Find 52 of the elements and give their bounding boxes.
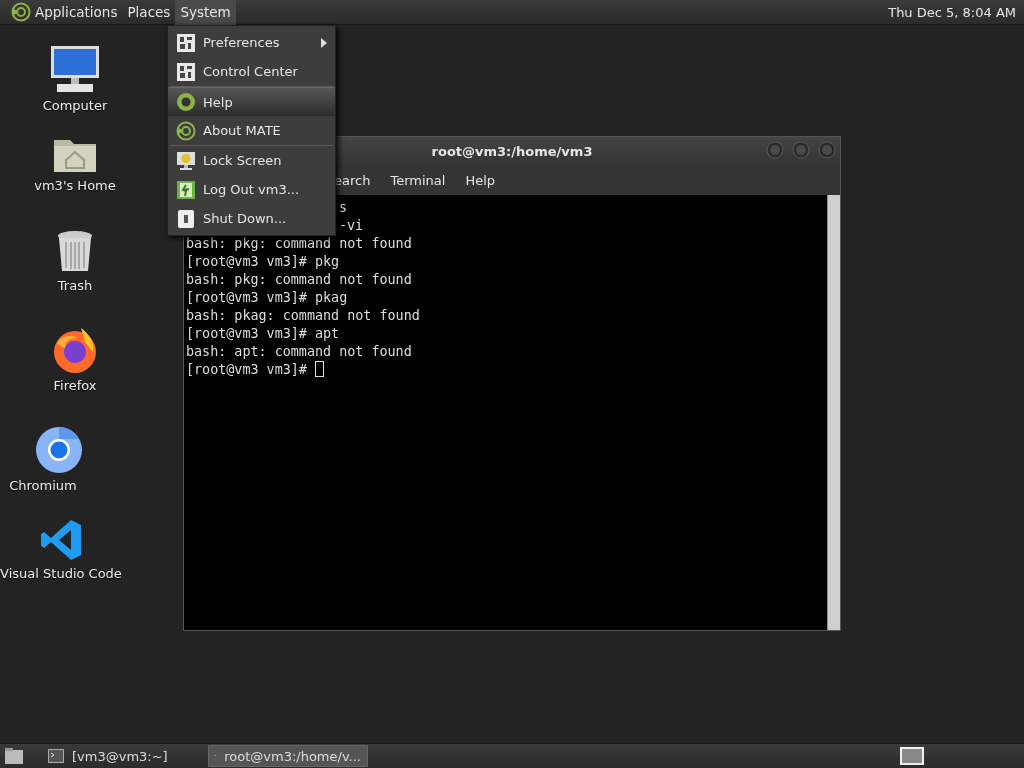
terminal-line: bash: apt: command not found [186, 343, 412, 361]
minimize-button[interactable] [766, 141, 784, 159]
menu-item[interactable]: Preferences [168, 28, 335, 57]
firefox-icon [51, 326, 99, 374]
mate-logo-icon [11, 2, 31, 22]
desktop-icon-label[interactable]: Trash [57, 278, 93, 293]
terminal-line: [root@vm3 vm3]# pkg [186, 253, 340, 271]
computer-icon [49, 44, 101, 94]
close-button[interactable] [818, 141, 836, 159]
taskbar-button[interactable]: root@vm3:/home/v... [208, 745, 368, 767]
control-panel-icon [176, 61, 196, 82]
mate-logo-icon [176, 120, 196, 141]
desktop-icon-label[interactable]: Firefox [53, 378, 97, 393]
desktop-icon-label[interactable]: Chromium [9, 478, 77, 493]
panel-menu[interactable]: Places [122, 0, 176, 25]
desktop-icon-label[interactable]: Computer [42, 98, 108, 113]
lifebuoy-icon [176, 92, 196, 112]
panel-menu[interactable]: System [175, 0, 236, 25]
chromium-icon [35, 426, 83, 474]
menu-item[interactable]: About MATE [168, 116, 335, 145]
maximize-button[interactable] [792, 141, 810, 159]
terminal-line: [root@vm3 vm3]# pkag [186, 289, 348, 307]
menu-item[interactable]: Shut Down... [168, 204, 335, 233]
panel-menu[interactable]: Applications [6, 0, 123, 25]
menu-item[interactable]: Lock Screen [168, 146, 335, 175]
menu-item[interactable]: Terminal [380, 172, 456, 188]
text-cursor [315, 361, 324, 377]
prompt-line: [root@vm3 vm3]# [186, 361, 324, 379]
terminal-line: bash: pkg: command not found [186, 271, 412, 289]
window-title: root@vm3:/home/vm3 [431, 143, 593, 159]
terminal-line: -vi [339, 217, 364, 235]
control-panel-icon [176, 32, 196, 53]
menu-item[interactable]: Control Center [168, 57, 335, 86]
clock[interactable]: Thu Dec 5, 8:04 AM [884, 4, 1020, 20]
menu-item[interactable]: Log Out vm3... [168, 175, 335, 204]
terminal-line: bash: pkg: command not found [186, 235, 412, 253]
trash-icon [56, 230, 94, 274]
exit-door-icon [176, 179, 196, 200]
code-editor-icon [39, 518, 83, 562]
menu-item[interactable]: Help [455, 172, 505, 188]
scrollbar[interactable] [827, 195, 840, 630]
terminal-line: bash: pkag: command not found [186, 307, 420, 325]
taskbar-button[interactable]: [vm3@vm3:~] [42, 745, 202, 767]
monitor-lock-icon [176, 150, 196, 171]
desktop-icon-label[interactable]: vm3's Home [34, 178, 116, 193]
terminal-line: s [339, 199, 348, 217]
terminal-line: [root@vm3 vm3]# apt [186, 325, 340, 343]
show-desktop-icon[interactable] [4, 747, 24, 765]
workspace-switcher[interactable] [900, 747, 924, 765]
menu-item[interactable]: Help [168, 87, 335, 116]
desktop-icon-label[interactable]: Visual Studio Code [0, 566, 122, 581]
power-switch-icon [176, 208, 196, 229]
